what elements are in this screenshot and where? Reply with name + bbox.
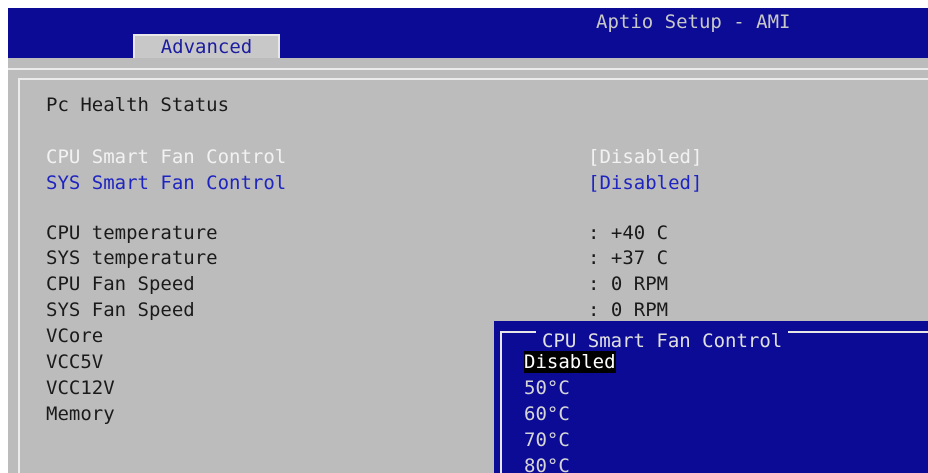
header-bar: Aptio Setup - AMI Advanced (8, 8, 928, 58)
option-50c[interactable]: 50°C (524, 377, 570, 399)
cpu-smart-fan-control-value[interactable]: [Disabled] (588, 146, 702, 168)
vcore-label: VCore (46, 325, 104, 347)
fan-control-popup: CPU Smart Fan Control Disabled 50°C 60°C… (494, 321, 928, 473)
tab-advanced[interactable]: Advanced (133, 34, 280, 58)
cpu-temperature-value: : +40 C (588, 222, 669, 244)
option-60c[interactable]: 60°C (524, 403, 570, 425)
sys-temperature-value: : +37 C (588, 247, 669, 269)
sys-smart-fan-control-label[interactable]: SYS Smart Fan Control (46, 172, 286, 194)
app-title: Aptio Setup - AMI (596, 11, 791, 33)
sys-fan-speed-label: SYS Fan Speed (46, 299, 195, 321)
sys-fan-speed-value: : 0 RPM (588, 299, 669, 321)
bios-screen: Aptio Setup - AMI Advanced Pc Health Sta… (8, 8, 928, 473)
cpu-fan-speed-value: : 0 RPM (588, 273, 669, 295)
option-70c[interactable]: 70°C (524, 429, 570, 451)
popup-title: CPU Smart Fan Control (536, 330, 789, 352)
sys-temperature-label: SYS temperature (46, 247, 218, 269)
option-80c[interactable]: 80°C (524, 455, 570, 473)
section-title: Pc Health Status (46, 94, 230, 116)
memory-label: Memory (46, 403, 115, 425)
option-disabled[interactable]: Disabled (524, 351, 616, 373)
cpu-fan-speed-label: CPU Fan Speed (46, 273, 195, 295)
cpu-temperature-label: CPU temperature (46, 222, 218, 244)
header-divider (8, 68, 928, 70)
sys-smart-fan-control-value[interactable]: [Disabled] (588, 172, 702, 194)
vcc5v-label: VCC5V (46, 351, 104, 373)
cpu-smart-fan-control-label[interactable]: CPU Smart Fan Control (46, 146, 286, 168)
vcc12v-label: VCC12V (46, 377, 115, 399)
